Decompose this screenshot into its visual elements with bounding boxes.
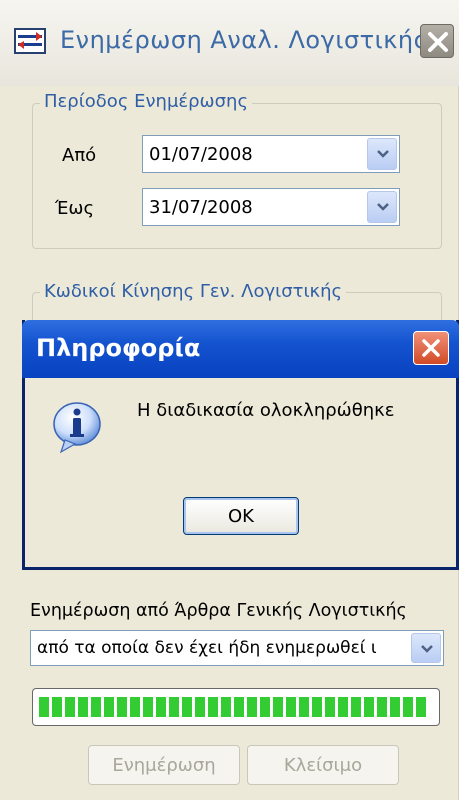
- period-group-legend: Περίοδος Ενημέρωσης: [40, 91, 253, 112]
- progress-block: [273, 697, 283, 717]
- from-date-value: 01/07/2008: [149, 144, 253, 165]
- progress-block: [403, 697, 413, 717]
- ok-button-label: OK: [228, 506, 254, 527]
- chevron-down-icon: [421, 645, 433, 653]
- window-close-button[interactable]: [420, 24, 454, 58]
- ok-button[interactable]: OK: [183, 497, 299, 535]
- from-label: Από: [62, 145, 97, 166]
- progress-block: [364, 697, 374, 717]
- from-date-select[interactable]: 01/07/2008: [142, 135, 400, 173]
- progress-block: [312, 697, 322, 717]
- progress-block: [130, 697, 140, 717]
- update-from-label: Ενημέρωση από Άρθρα Γενικής Λογιστικής: [30, 601, 407, 621]
- progress-block: [104, 697, 114, 717]
- progress-block: [182, 697, 192, 717]
- progress-block: [39, 697, 49, 717]
- progress-block: [195, 697, 205, 717]
- chevron-down-icon: [377, 150, 389, 158]
- progress-block: [299, 697, 309, 717]
- progress-bar: [32, 688, 440, 726]
- progress-block: [91, 697, 101, 717]
- progress-block: [143, 697, 153, 717]
- progress-block: [169, 697, 179, 717]
- progress-block: [377, 697, 387, 717]
- update-from-dropdown-button[interactable]: [411, 633, 441, 663]
- update-from-select[interactable]: από τα οποία δεν έχει ήδη ενημερωθεί ι: [30, 630, 444, 666]
- progress-block: [156, 697, 166, 717]
- to-date-dropdown-button[interactable]: [367, 191, 397, 223]
- update-button[interactable]: Ενημέρωση: [88, 745, 240, 785]
- to-label: Έως: [55, 198, 95, 219]
- progress-block: [338, 697, 348, 717]
- info-icon: [53, 402, 101, 454]
- app-icon: [14, 28, 46, 54]
- progress-block: [52, 697, 62, 717]
- progress-block: [117, 697, 127, 717]
- dialog-close-button[interactable]: [413, 331, 449, 365]
- progress-block: [208, 697, 218, 717]
- progress-block: [78, 697, 88, 717]
- progress-block: [325, 697, 335, 717]
- title-bar: Ενημέρωση Αναλ. Λογιστικής: [0, 0, 459, 86]
- progress-block: [221, 697, 231, 717]
- period-group: [32, 103, 442, 249]
- progress-block: [260, 697, 270, 717]
- progress-block: [286, 697, 296, 717]
- chevron-down-icon: [377, 203, 389, 211]
- to-date-value: 31/07/2008: [149, 197, 253, 218]
- codes-group-legend: Κωδικοί Κίνησης Γεν. Λογιστικής: [40, 281, 347, 302]
- close-button-label: Κλείσιμο: [283, 755, 363, 776]
- close-icon: [428, 32, 448, 52]
- from-date-dropdown-button[interactable]: [367, 138, 397, 170]
- to-date-select[interactable]: 31/07/2008: [142, 188, 400, 226]
- progress-block: [390, 697, 400, 717]
- progress-fill: [39, 697, 426, 717]
- main-window: Ενημέρωση Αναλ. Λογιστικής Περίοδος Ενημ…: [0, 0, 459, 800]
- progress-block: [65, 697, 75, 717]
- info-dialog: Πληροφορία Η διαδικασία ολοκληρώθηκε OK: [22, 320, 459, 570]
- dialog-title-bar: Πληροφορία: [22, 320, 459, 378]
- close-button[interactable]: Κλείσιμο: [247, 745, 399, 785]
- progress-block: [247, 697, 257, 717]
- update-button-label: Ενημέρωση: [112, 755, 216, 776]
- progress-block: [416, 697, 426, 717]
- dialog-message: Η διαδικασία ολοκληρώθηκε: [137, 400, 395, 421]
- progress-block: [351, 697, 361, 717]
- progress-block: [234, 697, 244, 717]
- close-icon: [422, 339, 440, 357]
- window-title: Ενημέρωση Αναλ. Λογιστικής: [60, 26, 429, 54]
- dialog-title: Πληροφορία: [36, 334, 201, 362]
- update-from-value: από τα οποία δεν έχει ήδη ενημερωθεί ι: [37, 638, 377, 658]
